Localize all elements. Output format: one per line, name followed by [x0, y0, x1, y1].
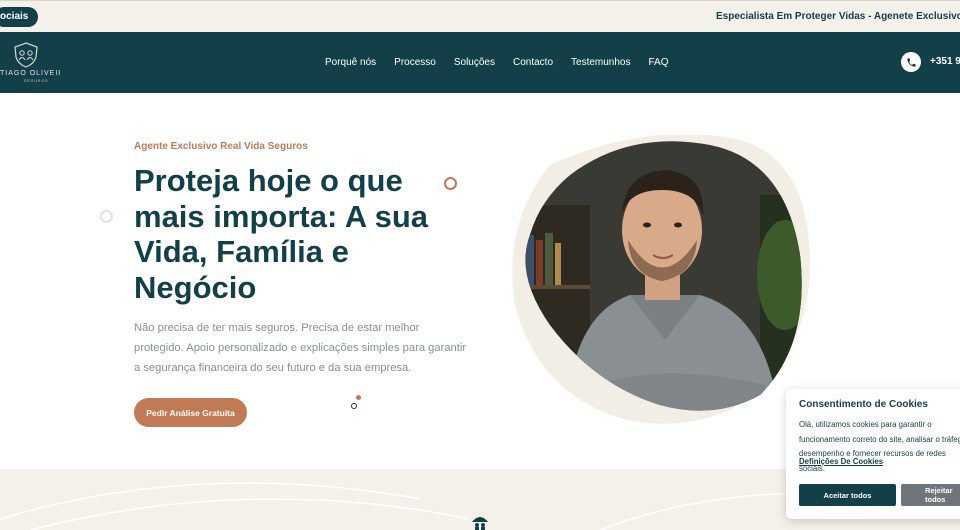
phone-number[interactable]: +351 93 [930, 56, 960, 67]
nav-item-testemunhos[interactable]: Testemunhos [571, 57, 630, 68]
announcement-ticker: Especialista Em Proteger Vidas - Agenete… [716, 11, 960, 22]
cookie-title: Consentimento de Cookies [799, 399, 928, 410]
accept-all-button[interactable]: Aceitar todos [799, 484, 896, 506]
decorative-dot-teal [351, 403, 357, 409]
free-analysis-button[interactable]: Pedir Análise Gratuita [134, 398, 247, 427]
nav-item-faq[interactable]: FAQ [649, 57, 669, 68]
social-pill-button[interactable]: ociais [0, 7, 39, 27]
nav-item-porque-nos[interactable]: Porquê nós [325, 57, 376, 68]
announcement-bar: ociais Especialista Em Proteger Vidas - … [0, 0, 960, 32]
family-umbrella-icon [472, 517, 488, 530]
cookie-settings-link[interactable]: Definições De Cookies [799, 457, 883, 466]
reject-all-button[interactable]: Rejeitar todos [901, 484, 960, 506]
main-navigation: TIAGO OLIVEIRA SEGUROS Porquê nós Proces… [0, 32, 960, 93]
nav-item-solucoes[interactable]: Soluções [454, 57, 495, 68]
hero-headline: Proteja hoje o que mais importa: A sua V… [134, 163, 429, 305]
logo-subtitle: SEGUROS [24, 79, 49, 83]
hero-description: Não precisa de ter mais seguros. Precisa… [134, 322, 467, 374]
brand-logo[interactable]: TIAGO OLIVEIRA SEGUROS [0, 39, 60, 87]
nav-item-processo[interactable]: Processo [394, 57, 436, 68]
cookie-consent-panel: Consentimento de Cookies Olá, utilizamos… [786, 389, 960, 519]
nav-menu: Porquê nós Processo Soluções Contacto Te… [316, 32, 678, 93]
shield-family-icon [14, 42, 38, 68]
nav-item-contacto[interactable]: Contacto [513, 57, 553, 68]
agent-portrait-image [512, 135, 810, 424]
decorative-ring-grey [100, 210, 113, 223]
decorative-dot [356, 395, 361, 400]
hero-eyebrow: Agente Exclusivo Real Vida Seguros [134, 141, 308, 152]
cookie-message: Olá, utilizamos cookies para garantir o … [799, 420, 960, 473]
decorative-ring [444, 177, 457, 190]
phone-glyph [906, 57, 916, 67]
phone-icon[interactable] [901, 52, 921, 72]
logo-name: TIAGO OLIVEIRA [0, 70, 60, 77]
